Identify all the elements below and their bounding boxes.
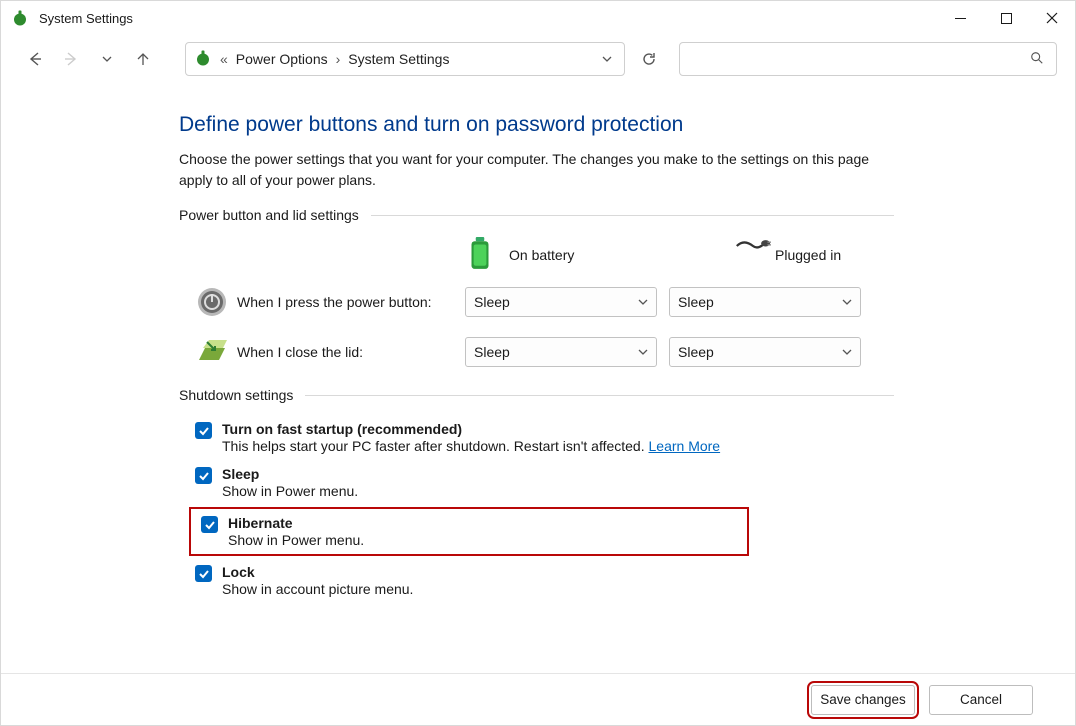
select-lid-plugged[interactable]: Sleep	[669, 337, 861, 367]
recent-dropdown[interactable]	[91, 43, 123, 75]
section-power-button: Power button and lid settings	[179, 207, 894, 223]
battery-icon	[469, 237, 497, 273]
cb-sleep: Sleep Show in Power menu.	[195, 462, 894, 503]
power-options-icon	[194, 49, 212, 70]
select-value: Sleep	[678, 344, 714, 360]
divider	[371, 215, 894, 216]
search-icon	[1030, 51, 1044, 68]
back-button[interactable]	[19, 43, 51, 75]
breadcrumb-level2[interactable]: System Settings	[348, 51, 449, 67]
cb-title: Turn on fast startup (recommended)	[222, 421, 462, 437]
page-description: Choose the power settings that you want …	[179, 149, 889, 191]
cb-fast-startup: Turn on fast startup (recommended) This …	[195, 417, 894, 458]
select-power-plugged[interactable]: Sleep	[669, 287, 861, 317]
section-shutdown: Shutdown settings	[179, 387, 894, 403]
page-title: Define power buttons and turn on passwor…	[179, 113, 1075, 137]
col-plugged: Plugged in	[735, 237, 931, 273]
col-battery-label: On battery	[509, 247, 574, 263]
cancel-button[interactable]: Cancel	[929, 685, 1033, 715]
learn-more-link[interactable]: Learn More	[649, 438, 721, 454]
row-lid-label: When I close the lid:	[237, 344, 465, 360]
chevron-down-icon	[638, 294, 648, 310]
cb-desc: Show in Power menu.	[222, 483, 358, 499]
row-power-label: When I press the power button:	[237, 294, 465, 310]
breadcrumb[interactable]: « Power Options › System Settings	[185, 42, 625, 76]
minimize-button[interactable]	[937, 1, 983, 35]
section-label: Power button and lid settings	[179, 207, 359, 223]
cb-desc: Show in Power menu.	[228, 532, 364, 548]
breadcrumb-overflow[interactable]: «	[220, 51, 228, 67]
window-title: System Settings	[39, 11, 133, 26]
plug-icon	[735, 237, 763, 273]
forward-button[interactable]	[55, 43, 87, 75]
chevron-down-icon	[638, 344, 648, 360]
chevron-down-icon	[842, 294, 852, 310]
row-lid: When I close the lid: Sleep Sleep	[195, 335, 1075, 369]
checkbox-sleep[interactable]	[195, 467, 212, 484]
cb-desc-text: This helps start your PC faster after sh…	[222, 438, 649, 454]
select-value: Sleep	[474, 294, 510, 310]
chevron-down-icon[interactable]	[598, 51, 616, 67]
power-icon	[195, 285, 229, 319]
select-power-battery[interactable]: Sleep	[465, 287, 657, 317]
shutdown-section: Shutdown settings Turn on fast startup (…	[179, 387, 894, 601]
checkbox-hibernate[interactable]	[201, 516, 218, 533]
save-button[interactable]: Save changes	[811, 685, 915, 715]
window-controls	[937, 1, 1075, 35]
close-button[interactable]	[1029, 1, 1075, 35]
power-options-icon	[11, 9, 29, 27]
col-battery: On battery	[469, 237, 665, 273]
row-power-button: When I press the power button: Sleep Sle…	[195, 285, 1075, 319]
checkbox-lock[interactable]	[195, 565, 212, 582]
window: System Settings	[0, 0, 1076, 726]
cb-title: Lock	[222, 564, 255, 580]
laptop-lid-icon	[195, 335, 229, 369]
chevron-right-icon: ›	[336, 51, 341, 67]
checkbox-fast-startup[interactable]	[195, 422, 212, 439]
select-lid-battery[interactable]: Sleep	[465, 337, 657, 367]
section-label: Shutdown settings	[179, 387, 293, 403]
footer: Save changes Cancel	[1, 673, 1075, 725]
titlebar: System Settings	[1, 1, 1075, 35]
col-plugged-label: Plugged in	[775, 247, 841, 263]
column-headers: On battery Plugged in	[469, 237, 1075, 273]
cb-lock: Lock Show in account picture menu.	[195, 560, 894, 601]
cb-hibernate-highlighted: Hibernate Show in Power menu.	[189, 507, 749, 556]
chevron-down-icon	[842, 344, 852, 360]
breadcrumb-level1[interactable]: Power Options	[236, 51, 328, 67]
content: Define power buttons and turn on passwor…	[1, 83, 1075, 673]
cb-desc: This helps start your PC faster after sh…	[222, 438, 720, 454]
up-button[interactable]	[127, 43, 159, 75]
cb-title: Sleep	[222, 466, 259, 482]
divider	[305, 395, 894, 396]
refresh-button[interactable]	[633, 43, 665, 75]
select-value: Sleep	[474, 344, 510, 360]
navbar: « Power Options › System Settings	[1, 35, 1075, 83]
cb-title: Hibernate	[228, 515, 293, 531]
cb-desc: Show in account picture menu.	[222, 581, 413, 597]
maximize-button[interactable]	[983, 1, 1029, 35]
select-value: Sleep	[678, 294, 714, 310]
search-input[interactable]	[679, 42, 1057, 76]
